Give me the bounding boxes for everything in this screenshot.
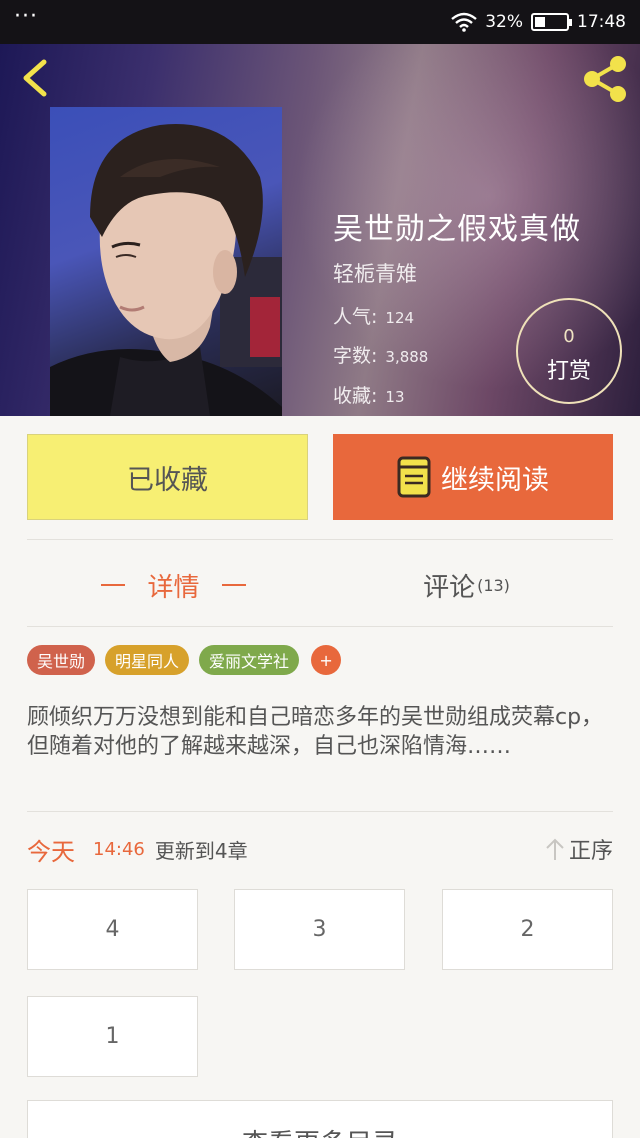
collected-label: 已收藏 [127,464,208,496]
share-icon[interactable] [578,52,632,106]
sort-toggle[interactable]: 正序 [545,833,613,865]
tab-comments-count: (13) [477,575,510,595]
tag-list: 吴世勋 明星同人 爱丽文学社 + [27,645,342,675]
stat-word-count: 字数: 3,888 [333,341,428,368]
stat-popularity-label: 人气: [333,306,378,328]
collected-button[interactable]: 已收藏 [27,434,308,520]
more-catalog-label: 查看更多目录 [242,1123,398,1138]
update-time: 14:46 [93,838,145,860]
tab-comments[interactable]: 评论 (13) [320,545,613,625]
stat-popularity: 人气: 124 [333,302,414,329]
tab-dash-right [221,584,246,586]
sort-label: 正序 [568,839,613,864]
status-right: 32% 17:48 [451,12,626,32]
continue-reading-button[interactable]: 继续阅读 [333,434,613,520]
sort-up-arrow-icon [546,838,564,860]
status-time: 17:48 [577,12,626,32]
divider [27,811,613,812]
book-header: 吴世勋之假戏真做 轻栀青雉 人气: 124 字数: 3,888 收藏: 13 0 打赏 [0,44,640,416]
add-tag-button[interactable]: + [311,645,342,675]
tag-item[interactable]: 爱丽文学社 [199,645,300,675]
battery-icon [531,13,572,31]
book-icon [397,456,431,498]
reward-button[interactable]: 0 打赏 [516,298,622,404]
chapter-item[interactable]: 4 [27,889,198,970]
update-info: 今天 14:46 更新到4章 正序 [27,832,613,866]
divider [27,626,613,627]
wifi-icon [451,12,477,32]
chapter-item[interactable]: 2 [442,889,613,970]
tag-item[interactable]: 吴世勋 [27,645,96,675]
chapter-item[interactable]: 3 [234,889,405,970]
book-cover-image[interactable] [50,107,282,416]
tab-comments-label: 评论 [423,572,476,603]
reward-count: 0 [563,326,575,347]
stat-favorites-value: 13 [385,388,405,406]
continue-reading-label: 继续阅读 [441,464,549,496]
battery-percent: 32% [485,12,523,32]
book-description: 顾倾织万万没想到能和自己暗恋多年的吴世勋组成荧幕cp，但随着对他的了解越来越深，… [27,705,604,759]
tag-item[interactable]: 明星同人 [105,645,190,675]
back-arrow-icon[interactable] [16,56,56,100]
more-catalog-button[interactable]: 查看更多目录 [27,1100,613,1138]
stat-favorites: 收藏: 13 [333,381,405,408]
battery-level [535,17,545,27]
stat-favorites-label: 收藏: [333,385,378,407]
book-title: 吴世勋之假戏真做 [333,212,581,247]
divider [27,539,613,540]
stat-word-count-value: 3,888 [385,348,429,366]
book-author[interactable]: 轻栀青雉 [333,258,417,288]
status-menu-dots: ··· [14,4,38,29]
stat-word-count-label: 字数: [333,345,378,367]
reward-label: 打赏 [546,359,591,384]
update-day: 今天 [27,837,75,866]
update-text: 更新到4章 [154,838,248,863]
tab-details-label: 详情 [147,572,200,603]
stat-popularity-value: 124 [385,309,415,327]
tab-details[interactable]: 详情 [27,545,320,625]
status-bar: ··· 32% 17:48 [0,0,640,44]
chapter-item[interactable]: 1 [27,996,198,1077]
tab-dash-left [101,584,126,586]
